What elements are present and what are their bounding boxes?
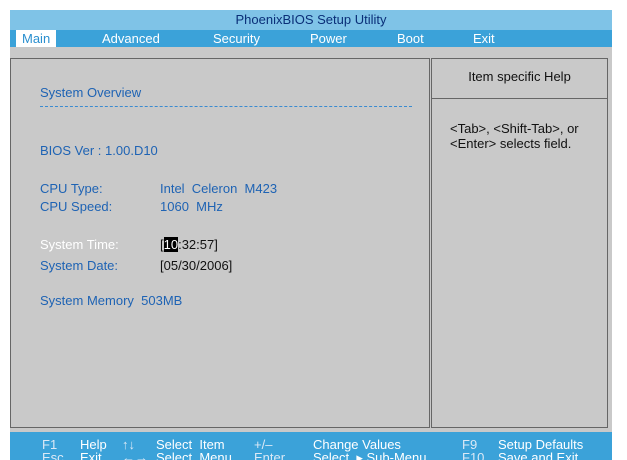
tab-main[interactable]: Main bbox=[16, 30, 57, 47]
tab-exit[interactable]: Exit bbox=[473, 30, 495, 47]
footer-desc-exit: Exit bbox=[80, 450, 102, 460]
window-title: PhoenixBIOS Setup Utility bbox=[10, 10, 612, 30]
cpu-speed-label: CPU Speed: bbox=[40, 199, 113, 214]
cpu-type-value: Intel Celeron M423 bbox=[160, 181, 278, 196]
tab-power[interactable]: Power bbox=[310, 30, 347, 47]
footer-key-f10: F10 bbox=[462, 450, 485, 460]
system-memory: System Memory 503MB bbox=[40, 293, 183, 308]
tab-security[interactable]: Security bbox=[213, 30, 260, 47]
tab-advanced[interactable]: Advanced bbox=[102, 30, 160, 47]
help-panel: Item specific Help <Tab>, <Shift-Tab>, o… bbox=[431, 58, 608, 428]
bios-version: BIOS Ver : 1.00.D10 bbox=[40, 143, 158, 158]
system-time-label: System Time: bbox=[40, 237, 119, 252]
help-header: Item specific Help bbox=[432, 59, 607, 99]
footer-key-enter: Enter bbox=[254, 450, 286, 460]
menu-bar: Main Advanced Security Power Boot Exit bbox=[10, 30, 612, 47]
system-time-field[interactable]: [10:32:57] bbox=[160, 237, 218, 252]
footer-desc-save-exit: Save and Exit bbox=[498, 450, 579, 460]
system-time-hour[interactable]: 10 bbox=[163, 237, 179, 252]
footer-key-esc: Esc bbox=[42, 450, 64, 460]
section-title: System Overview bbox=[40, 85, 142, 100]
section-divider bbox=[40, 106, 412, 107]
footer-desc-select-menu: Select Menu bbox=[156, 450, 232, 460]
system-time-rest: :32:57] bbox=[178, 237, 218, 252]
cpu-type-label: CPU Type: bbox=[40, 181, 103, 196]
tab-boot[interactable]: Boot bbox=[397, 30, 424, 47]
footer-key-leftright: ←→ bbox=[122, 450, 148, 460]
help-text: <Tab>, <Shift-Tab>, or <Enter> selects f… bbox=[450, 121, 579, 151]
cpu-speed-value: 1060 MHz bbox=[160, 199, 223, 214]
system-date-label: System Date: bbox=[40, 258, 119, 273]
footer-desc-sub-menu: Select ▸ Sub-Menu bbox=[313, 450, 427, 460]
key-legend: F1 Help ↑↓ Select Item +/– Change Values… bbox=[10, 432, 612, 460]
system-date-field[interactable]: [05/30/2006] bbox=[160, 258, 232, 273]
